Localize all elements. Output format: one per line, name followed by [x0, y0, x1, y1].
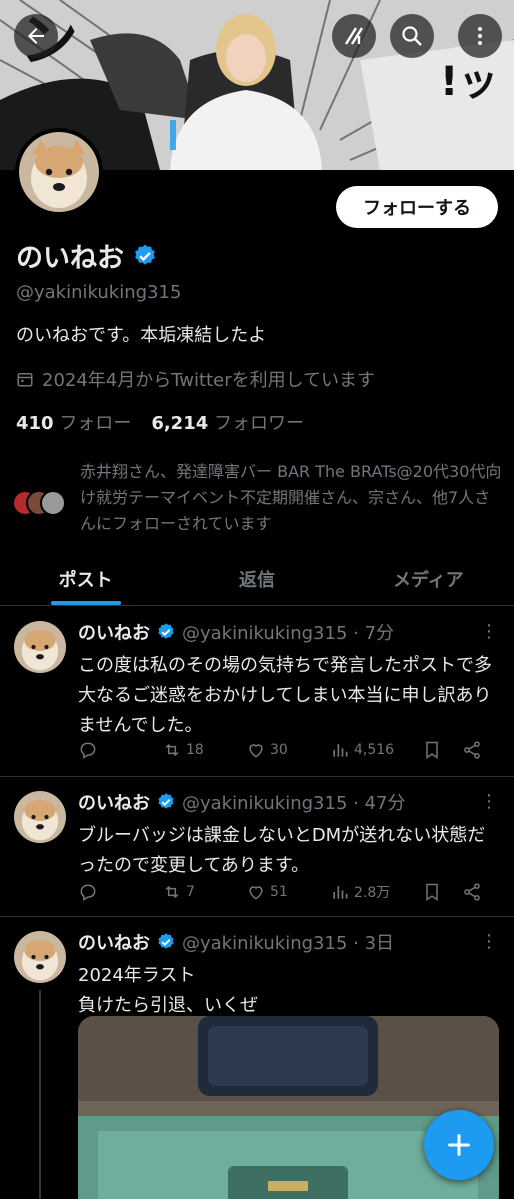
post-text-line: 2024年ラスト: [78, 965, 196, 986]
tab-media[interactable]: メディア: [343, 554, 514, 605]
post-more-icon[interactable]: ⋮: [480, 621, 498, 642]
following-link[interactable]: 410 フォロー: [16, 409, 131, 435]
more-vertical-icon: [478, 27, 482, 45]
post-header: のいねお @yakinikuking315 · 7分: [78, 619, 394, 645]
post-text: ブルーバッジは課金しないとDMが送れない状態だったので変更してあります。: [78, 825, 486, 876]
thread-line: [39, 990, 41, 1199]
repost-count: 7: [186, 884, 195, 900]
post-author-name[interactable]: のいねお: [78, 789, 150, 815]
follow-button[interactable]: フォローする: [336, 186, 498, 228]
heart-icon: [249, 886, 263, 900]
search-button[interactable]: [390, 14, 434, 58]
followed-by-text: 赤井翔さん、発達障害バー BAR The BRATs@20代30代向け就労テーマ…: [80, 462, 502, 533]
bookmark-icon: [426, 883, 438, 901]
post-actions: 7 51 2.8万: [78, 877, 498, 907]
tab-replies[interactable]: 返信: [171, 554, 342, 605]
grok-button[interactable]: [332, 14, 376, 58]
views-chart-icon: [333, 744, 348, 757]
repost-button[interactable]: 18: [162, 740, 246, 760]
profile-joined: 2024年4月からTwitterを利用しています: [16, 366, 375, 392]
like-button[interactable]: 51: [246, 882, 330, 902]
share-button[interactable]: [462, 882, 482, 902]
reply-button[interactable]: [78, 740, 162, 760]
more-options-button[interactable]: [458, 14, 502, 58]
back-arrow-icon: [28, 28, 44, 44]
joined-text: 2024年4月からTwitterを利用しています: [42, 370, 376, 391]
verified-badge-icon[interactable]: [132, 243, 158, 269]
following-count: 410: [16, 413, 54, 434]
repost-icon: [165, 743, 179, 757]
post-actions: 18 30 4,516: [78, 735, 498, 765]
view-count: 2.8万: [354, 885, 391, 901]
heart-icon: [249, 744, 263, 758]
plus-icon: [448, 1134, 470, 1156]
post-meta: @yakinikuking315 · 47分: [182, 793, 406, 814]
like-count: 30: [270, 742, 288, 758]
post-item[interactable]: のいねお @yakinikuking315 · 47分 ⋮ ブルーバッジは課金し…: [0, 777, 514, 917]
post-more-icon[interactable]: ⋮: [480, 931, 498, 952]
reply-icon: [80, 884, 96, 901]
view-count: 4,516: [354, 742, 395, 758]
followers-count: 6,214: [151, 413, 209, 434]
post-header: のいねお @yakinikuking315 · 3日: [78, 929, 394, 955]
profile-avatar[interactable]: [15, 128, 103, 216]
post-author-name[interactable]: のいねお: [78, 929, 150, 955]
mini-avatar: [40, 490, 66, 516]
followers-label: フォロワー: [213, 413, 304, 434]
follower-avatars: [12, 478, 72, 518]
repost-button[interactable]: 7: [162, 882, 246, 902]
bookmark-button[interactable]: [422, 740, 462, 760]
like-count: 51: [270, 884, 288, 900]
profile-tabs: ポスト 返信 メディア: [0, 554, 514, 606]
profile-name-row: のいねお: [16, 236, 158, 275]
post-meta: @yakinikuking315 · 7分: [182, 623, 395, 644]
post-more-icon[interactable]: ⋮: [480, 791, 498, 812]
compose-post-button[interactable]: [424, 1110, 494, 1180]
dog-avatar-image: [14, 621, 66, 673]
verified-badge-icon: [158, 793, 174, 809]
followed-by-row[interactable]: 赤井翔さん、発達障害バー BAR The BRATs@20代30代向け就労テーマ…: [12, 459, 506, 537]
post-item[interactable]: のいねお @yakinikuking315 · 7分 ⋮ この度は私のその場の気…: [0, 607, 514, 777]
grok-icon: [344, 27, 364, 45]
like-button[interactable]: 30: [246, 740, 330, 760]
share-icon: [464, 883, 480, 901]
profile-handle: @yakinikuking315: [16, 282, 182, 303]
reply-button[interactable]: [78, 882, 162, 902]
search-icon: [402, 26, 422, 46]
followers-link[interactable]: 6,214 フォロワー: [151, 409, 304, 435]
post-text: 2024年ラスト 負けたら引退、いくぜ: [78, 961, 498, 1021]
repost-count: 18: [186, 742, 204, 758]
bookmark-icon: [426, 741, 438, 759]
follow-counts: 410 フォロー 6,214 フォロワー: [16, 409, 304, 435]
back-button[interactable]: [14, 14, 58, 58]
profile-name: のいねお: [16, 243, 124, 274]
calendar-icon: [17, 373, 33, 387]
verified-badge-icon: [158, 623, 174, 639]
post-author-name[interactable]: のいねお: [78, 619, 150, 645]
repost-icon: [165, 885, 179, 899]
reply-icon: [80, 742, 96, 759]
following-label: フォロー: [59, 413, 132, 434]
views-chart-icon: [333, 886, 348, 899]
bookmark-button[interactable]: [422, 882, 462, 902]
share-icon: [464, 741, 480, 759]
profile-bio: のいねおです。本垢凍結したよ: [16, 325, 267, 346]
dog-avatar-image: [14, 931, 66, 983]
views-button[interactable]: 2.8万: [330, 882, 422, 902]
post-avatar[interactable]: [14, 791, 66, 843]
post-header: のいねお @yakinikuking315 · 47分: [78, 789, 405, 815]
tab-posts[interactable]: ポスト: [0, 554, 171, 605]
post-avatar[interactable]: [14, 931, 66, 983]
banner-sfx-right: !ッ: [440, 59, 498, 105]
post-meta: @yakinikuking315 · 3日: [182, 933, 395, 954]
verified-badge-icon: [158, 933, 174, 949]
post-text: この度は私のその場の気持ちで発言したポストで多大なるご迷惑をおかけしてしまい本当…: [78, 655, 492, 736]
views-button[interactable]: 4,516: [330, 740, 422, 760]
dog-avatar-image: [14, 791, 66, 843]
share-button[interactable]: [462, 740, 482, 760]
post-avatar[interactable]: [14, 621, 66, 673]
dog-avatar-image: [19, 132, 99, 212]
